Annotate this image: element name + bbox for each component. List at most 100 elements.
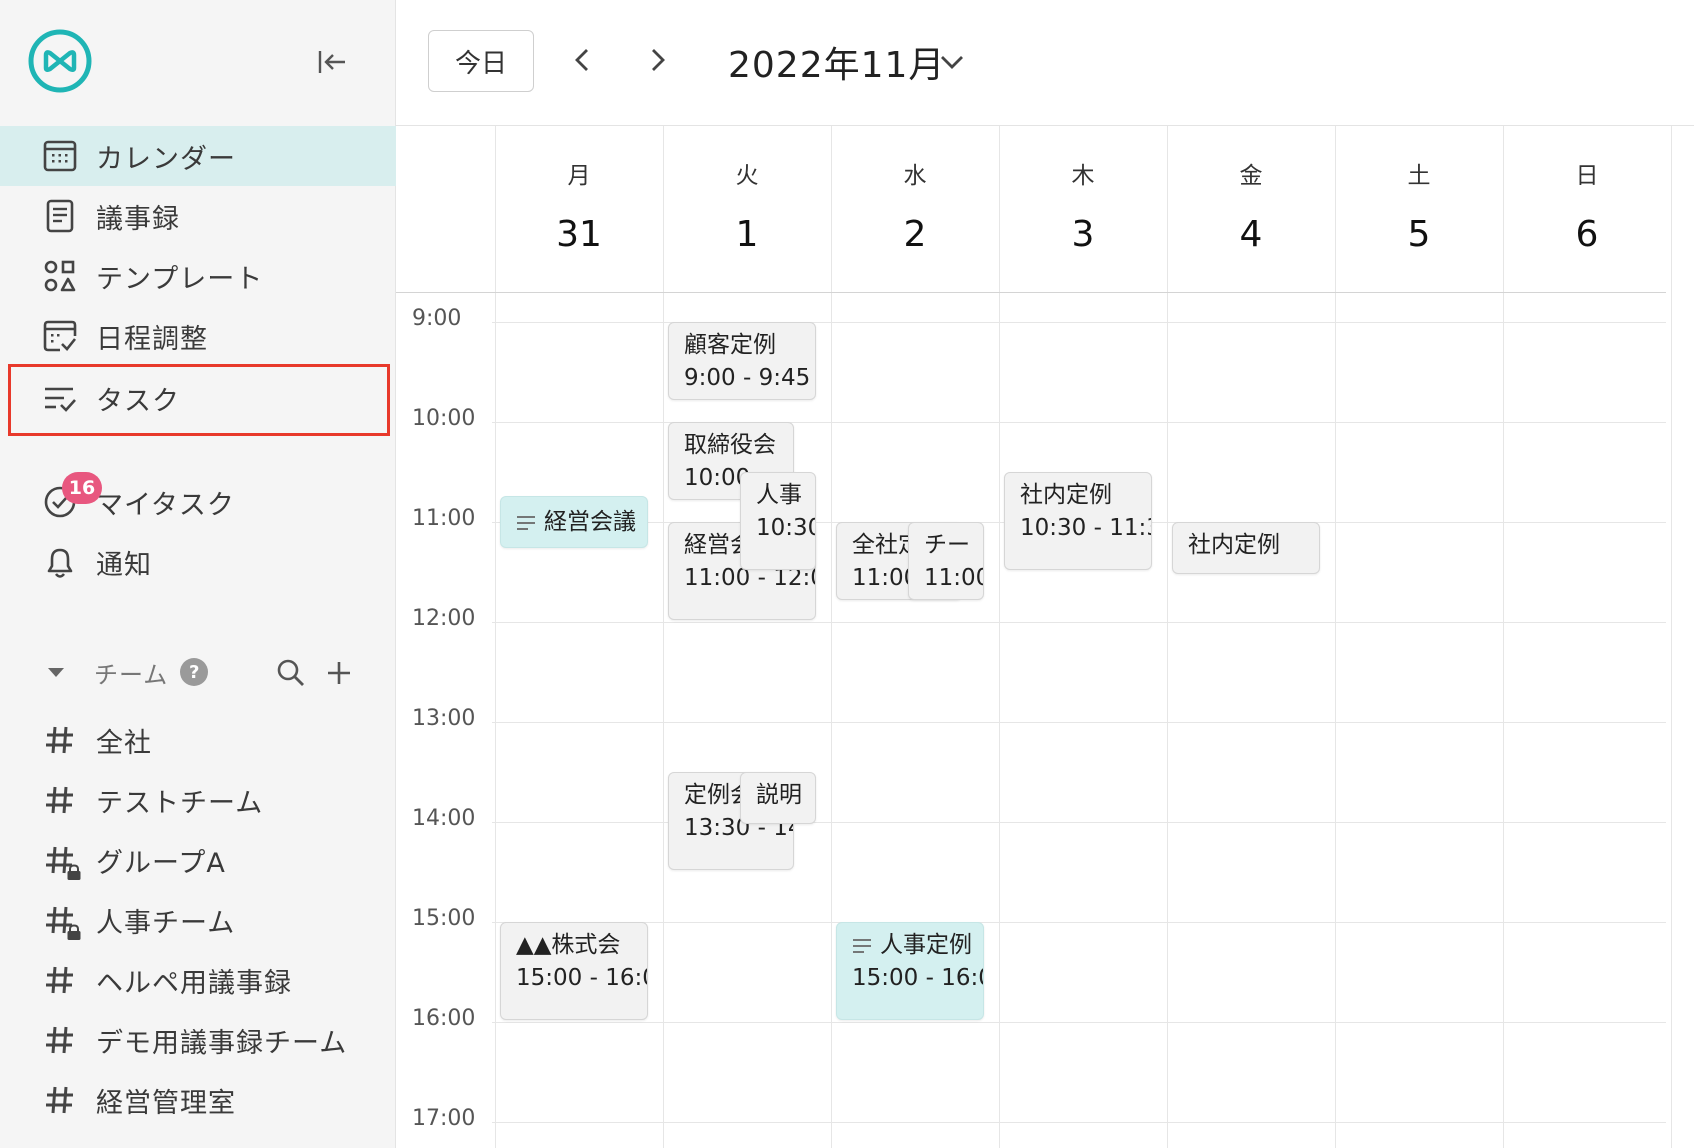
time-label: 15:00 [412,906,476,931]
event-time: 9:00 - 9:45 [684,365,811,391]
calendar-event[interactable]: 人事定例 15:00 - 16:0 [836,922,984,1020]
sidebar-item-calendar[interactable]: カレンダー [0,126,396,186]
event-title-text: 人事定例 [880,932,972,958]
event-title: ▲▲株式会 [516,929,647,962]
event-title: 人事定例 [852,929,983,962]
caret-down-icon[interactable] [42,658,70,686]
calendar-event[interactable]: 説明 [740,772,816,824]
sidebar-item-template[interactable]: テンプレート [0,246,396,306]
day-of-week: 水 [903,163,927,189]
previous-week-button[interactable] [562,40,602,80]
calendar-toolbar: 今日 2022年11月 [396,0,1694,126]
plus-icon [328,662,350,684]
event-title-text: チー [924,532,970,558]
time-label: 10:00 [412,406,476,431]
hash-icon [42,962,78,998]
time-label: 17:00 [412,1106,476,1131]
event-time: 11:00 [924,565,984,591]
hour-gridline [492,422,1666,423]
team-item-label: グループA [96,847,226,879]
team-item-label: 全社 [96,727,152,759]
calendar-event[interactable]: 顧客定例 9:00 - 9:45 [668,322,816,400]
notes-icon [517,515,535,530]
day-number: 31 [556,214,602,255]
team-item[interactable]: デモ用議事録チーム [0,1012,396,1068]
team-item[interactable]: 経営管理室 [0,1072,396,1128]
logo-icon [28,29,92,93]
today-button[interactable]: 今日 [428,30,534,92]
notes-icon [853,938,871,953]
hour-gridline [492,722,1666,723]
next-week-button[interactable] [638,40,678,80]
event-title: チー [924,529,983,562]
week-calendar-grid: 月 31 火 1 水 2 木 3 金 4 土 5 日 6 9:00 10:00 11:00 12:00 13:00 1… [396,126,1672,1148]
collapse-left-icon [318,51,345,73]
calendar-event[interactable]: チー 11:00 [908,522,984,600]
day-of-week: 月 [567,163,591,189]
sidebar-item-schedule[interactable]: 日程調整 [0,306,396,366]
team-item[interactable]: ヘルペ用議事録 [0,952,396,1008]
sidebar-item-minutes[interactable]: 議事録 [0,186,396,246]
mytask-count-badge: 16 [62,472,102,504]
day-column-divider [1671,126,1672,1148]
team-item[interactable]: グループA [0,832,396,888]
team-item[interactable]: 全社 [0,712,396,768]
app-logo[interactable] [27,28,93,94]
day-header[interactable]: 金4 [1168,126,1334,292]
day-header[interactable]: 火1 [664,126,830,292]
time-label: 12:00 [412,606,476,631]
day-number: 5 [1407,214,1431,255]
sidebar-item-my-task[interactable]: マイタスク [0,472,396,532]
event-title-text: 説明 [756,782,802,808]
header-divider [396,292,1666,293]
help-icon[interactable]: ? [180,658,209,686]
sidebar-item-label: タスク [96,385,180,417]
calendar-event[interactable]: 社内定例 10:30 - 11:3 [1004,472,1152,570]
team-add-button[interactable] [322,656,356,690]
event-time: 10:30 - 11:3 [1020,515,1152,541]
sidebar-item-task[interactable]: タスク [0,368,396,428]
event-title: 取締役会 [684,429,793,462]
day-header[interactable]: 月 31 [496,126,662,292]
team-item-label: デモ用議事録チーム [96,1027,348,1059]
hour-gridline [492,922,1666,923]
team-item[interactable]: 人事チーム [0,892,396,948]
day-header[interactable]: 水2 [832,126,998,292]
team-item[interactable]: テストチーム [0,772,396,828]
time-label: 16:00 [412,1006,476,1031]
day-header[interactable]: 土5 [1336,126,1502,292]
task-list-icon [42,380,78,416]
event-title: 経営会議 [516,506,647,539]
sidebar-item-label: テンプレート [96,263,264,295]
sidebar-item-label: マイタスク [96,489,235,521]
day-number: 4 [1239,214,1263,255]
team-item-label: 人事チーム [96,907,236,939]
day-number: 1 [735,214,759,255]
day-of-week: 火 [735,163,759,189]
chevron-right-icon [652,49,665,71]
bell-icon [42,544,78,580]
collapse-sidebar-button[interactable] [312,44,352,80]
sidebar: カレンダー 議事録 テンプレート 日程調整 タスク マイタスク 16 通知 チー… [0,0,396,1148]
sidebar-item-label: 日程調整 [96,323,208,355]
team-search-button[interactable] [274,656,308,690]
event-title: 社内定例 [1188,529,1319,562]
time-label: 11:00 [412,506,476,531]
day-header[interactable]: 木3 [1000,126,1166,292]
team-item-label: 経営管理室 [96,1087,236,1119]
hash-icon [42,1022,78,1058]
calendar-event[interactable]: ▲▲株式会 15:00 - 16:0 [500,922,648,1020]
time-label: 14:00 [412,806,476,831]
calendar-event[interactable]: 社内定例 [1172,522,1320,574]
event-title-text: 顧客定例 [684,332,776,358]
sidebar-item-notifications[interactable]: 通知 [0,532,396,592]
calendar-event[interactable]: 人事 10:30 [740,472,816,570]
month-dropdown-button[interactable] [932,44,972,80]
event-title: 顧客定例 [684,329,815,362]
day-of-week: 金 [1239,163,1263,189]
team-item-label: テストチーム [96,787,264,819]
calendar-event[interactable]: 経営会議 [500,496,648,548]
day-header[interactable]: 日6 [1504,126,1670,292]
event-title: 社内定例 [1020,479,1151,512]
event-title-text: 社内定例 [1020,482,1112,508]
